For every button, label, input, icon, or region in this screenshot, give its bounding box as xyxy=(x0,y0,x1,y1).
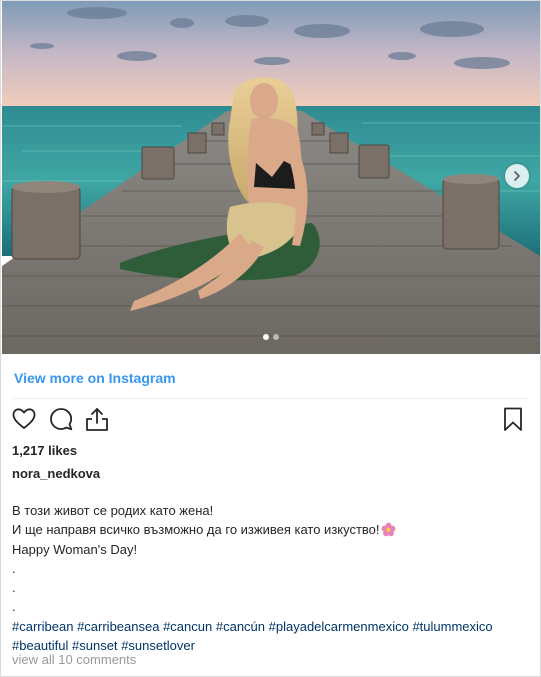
share-button[interactable] xyxy=(84,406,112,434)
post-caption: В този живот се родих като жена! И ще на… xyxy=(12,501,532,655)
save-button[interactable] xyxy=(500,406,528,434)
like-button[interactable] xyxy=(11,406,39,434)
flower-emoji-icon xyxy=(381,522,395,537)
post-photo[interactable] xyxy=(2,1,540,354)
hashtag-link[interactable]: #sunsetlover xyxy=(121,638,195,653)
view-all-comments-link[interactable]: view all 10 comments xyxy=(12,652,136,667)
caption-line: В този живот се родих като жена! xyxy=(12,503,214,518)
carousel-dot xyxy=(273,334,279,340)
comment-bubble-icon xyxy=(50,408,73,431)
hashtag-link[interactable]: #playadelcarmenmexico xyxy=(269,619,409,634)
carousel-next-button[interactable] xyxy=(505,164,529,188)
divider xyxy=(13,398,528,399)
heart-icon xyxy=(12,408,36,429)
caption-line: . xyxy=(12,599,16,615)
hashtag-link[interactable]: #tulummexico xyxy=(412,619,492,634)
hashtag-link[interactable]: #cancun xyxy=(163,619,212,634)
comment-button[interactable] xyxy=(48,406,76,434)
caption-line: И ще направя всичко възможно да го изжив… xyxy=(12,522,380,538)
hashtag-link[interactable]: #sunset xyxy=(72,638,118,653)
caption-line-with-emoji: И ще направя всичко възможно да го изжив… xyxy=(12,520,532,539)
action-bar xyxy=(11,406,528,434)
caption-line: Happy Woman's Day! xyxy=(12,541,138,557)
carousel-indicator xyxy=(2,334,540,340)
photo-illustration xyxy=(2,1,540,354)
caption-line: . xyxy=(12,560,16,576)
carousel-dot-active xyxy=(263,334,269,340)
hashtag-link[interactable]: #carribeansea xyxy=(77,619,159,634)
bookmark-icon xyxy=(504,407,522,431)
chevron-right-icon xyxy=(514,171,520,181)
instagram-embed: View more on Instagram 1,217 likes nora_… xyxy=(0,0,541,677)
likes-count: 1,217 likes xyxy=(12,443,78,458)
view-more-link[interactable]: View more on Instagram xyxy=(14,370,176,386)
hashtag-link[interactable]: #carribean xyxy=(12,619,73,634)
hashtags-line: #carribean #carribeansea #cancun #cancún… xyxy=(12,617,532,636)
share-icon xyxy=(86,408,108,431)
post-username[interactable]: nora_nedkova xyxy=(12,466,100,481)
hashtag-link[interactable]: #beautiful xyxy=(12,638,68,653)
caption-line: . xyxy=(12,580,16,596)
hashtag-link[interactable]: #cancún xyxy=(216,619,265,634)
